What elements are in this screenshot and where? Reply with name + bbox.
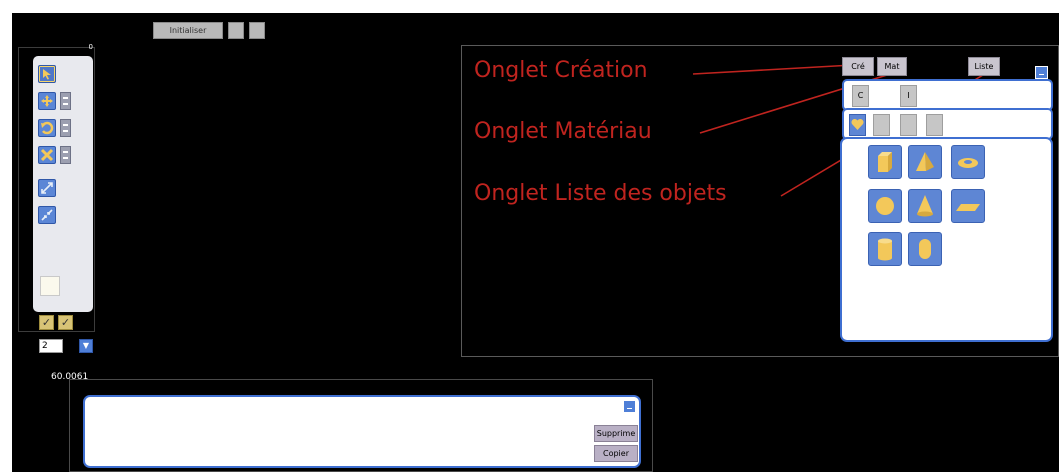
annotation-object-list: Onglet Liste des objets <box>474 181 727 206</box>
toolbar-button-3[interactable] <box>249 22 265 39</box>
category-button-4[interactable] <box>926 114 943 136</box>
shapes-panel <box>840 137 1053 342</box>
tab-list[interactable]: Liste <box>968 57 1000 76</box>
sphere-icon[interactable] <box>868 189 902 223</box>
rotate-axis-toggle[interactable] <box>60 119 71 137</box>
annotation-creation: Onglet Création <box>474 58 648 83</box>
plane-icon[interactable] <box>951 189 985 223</box>
tab-material[interactable]: Mat <box>877 57 907 76</box>
cube-icon[interactable] <box>868 145 902 179</box>
mode-value-field[interactable]: 2 <box>39 339 63 353</box>
init-button[interactable]: Initialiser <box>153 22 223 39</box>
zoom-in-icon[interactable] <box>38 179 56 197</box>
category-panel <box>842 108 1053 140</box>
scale-axis-toggle[interactable] <box>60 146 71 164</box>
category-button-3[interactable] <box>900 114 917 136</box>
delete-button[interactable]: Supprime <box>594 425 638 442</box>
capsule-icon[interactable] <box>908 232 942 266</box>
checkbox-2[interactable]: ✓ <box>58 315 73 330</box>
mode-button-c[interactable]: C <box>852 85 869 107</box>
color-swatch[interactable] <box>40 276 60 296</box>
mode-panel: C I <box>842 79 1053 111</box>
object-list-panel: Supprime Copier <box>83 395 641 468</box>
cone-icon[interactable] <box>908 189 942 223</box>
mode-button-i[interactable]: I <box>900 85 917 107</box>
minimize-button[interactable] <box>1035 66 1048 79</box>
pyramid-icon[interactable] <box>908 145 942 179</box>
minimize-button-bottom[interactable] <box>623 400 636 413</box>
panel-marker: 0 <box>88 43 93 51</box>
category-button-2[interactable] <box>873 114 890 136</box>
copy-button[interactable]: Copier <box>594 445 638 462</box>
checkbox-1[interactable]: ✓ <box>39 315 54 330</box>
tab-creation[interactable]: Cré <box>842 57 874 76</box>
toolbar-button-2[interactable] <box>228 22 244 39</box>
move-axis-toggle[interactable] <box>60 92 71 110</box>
cylinder-icon[interactable] <box>868 232 902 266</box>
scale-icon[interactable] <box>38 146 56 164</box>
chevron-down-icon[interactable]: ▼ <box>79 339 93 353</box>
select-arrow-icon[interactable] <box>38 65 56 83</box>
tools-panel-body <box>33 56 93 312</box>
tools-panel: 0 ✓ ✓ 2 ▼ 60.0061 <box>18 43 95 382</box>
rotate-icon[interactable] <box>38 119 56 137</box>
annotation-material: Onglet Matériau <box>474 119 652 144</box>
heart-icon[interactable] <box>849 114 866 136</box>
torus-icon[interactable] <box>951 145 985 179</box>
move-icon[interactable] <box>38 92 56 110</box>
zoom-out-icon[interactable] <box>38 206 56 224</box>
